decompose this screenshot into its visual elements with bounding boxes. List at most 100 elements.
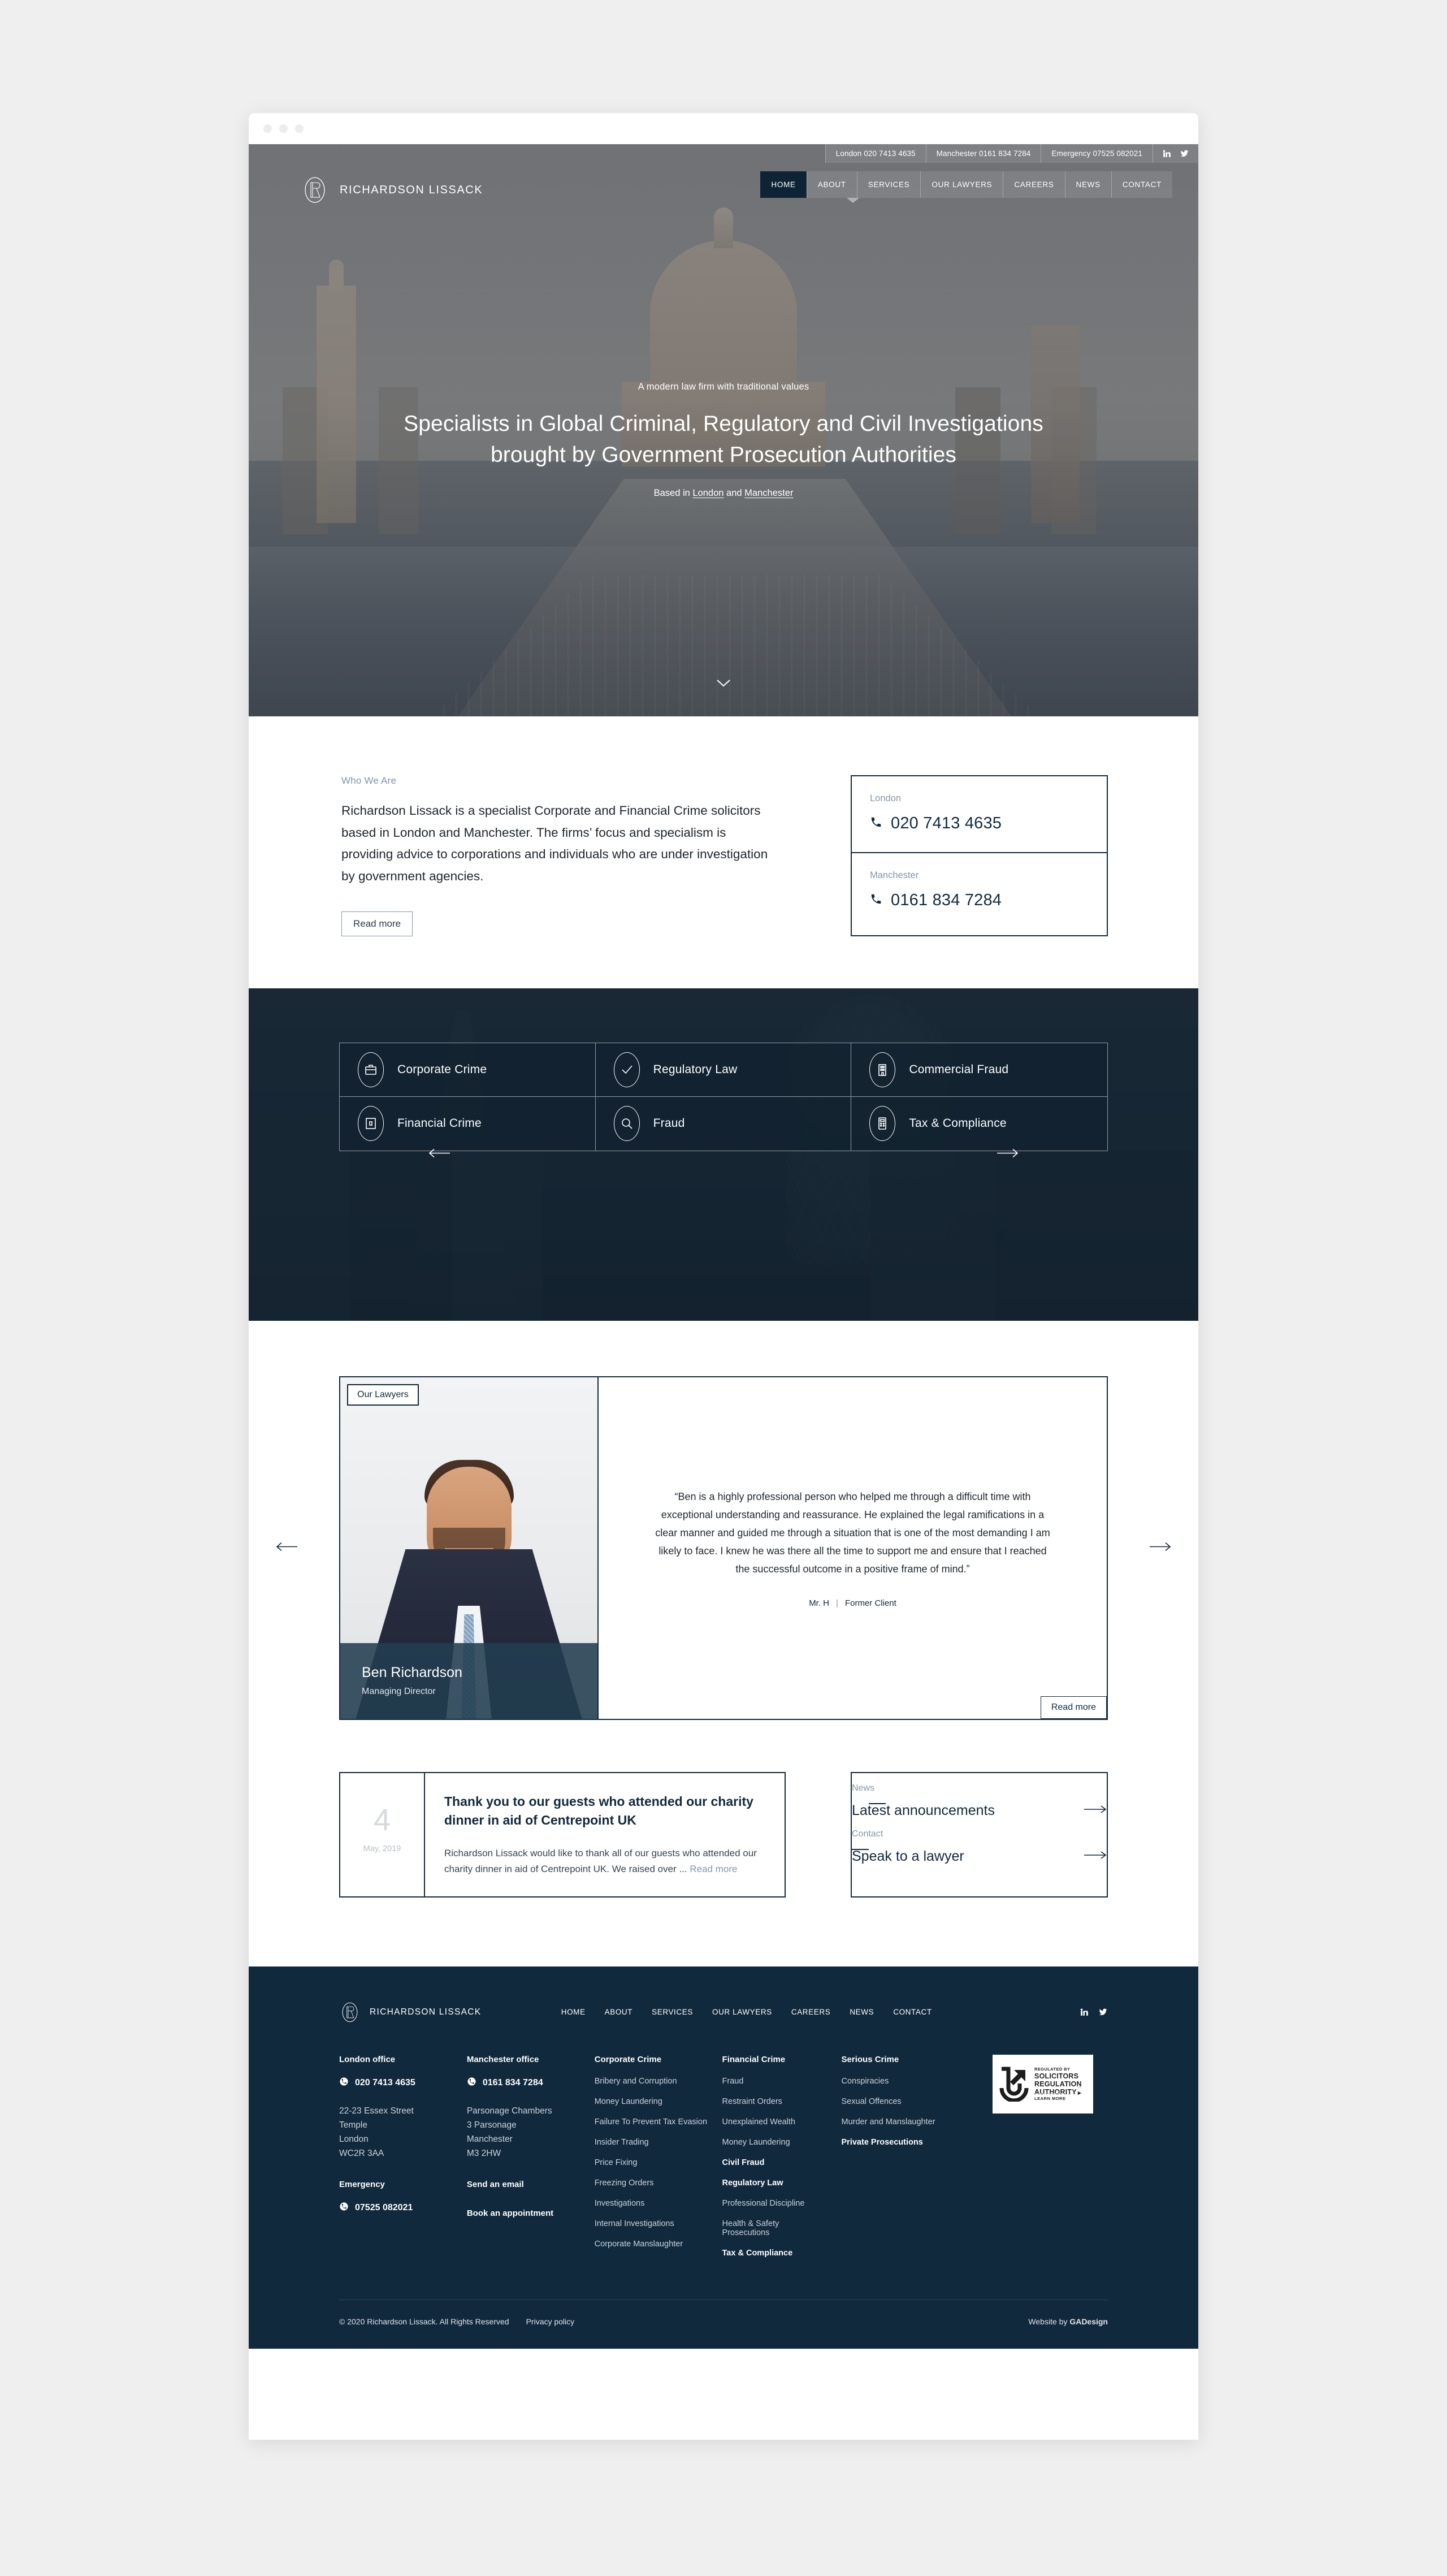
footer-link-corporate-manslaughter[interactable]: Corporate Manslaughter bbox=[595, 2240, 708, 2249]
footer-send-email-link[interactable]: Send an email bbox=[467, 2180, 580, 2189]
news-section: 4 May, 2019 Thank you to our guests who … bbox=[249, 1719, 1198, 1966]
footer-link-unexplained-wealth[interactable]: Unexplained Wealth bbox=[722, 2117, 827, 2127]
nav-item-home[interactable]: HOME bbox=[760, 171, 807, 198]
footer-link-sexual-offences[interactable]: Sexual Offences bbox=[842, 2097, 946, 2106]
footer-link-money-laundering[interactable]: Money Laundering bbox=[595, 2097, 708, 2106]
service-tile-tax-compliance[interactable]: Tax & Compliance bbox=[851, 1097, 1107, 1151]
footer-link-insider-trading[interactable]: Insider Trading bbox=[595, 2138, 708, 2147]
footer-link-tax-evasion[interactable]: Failure To Prevent Tax Evasion bbox=[595, 2117, 708, 2127]
service-tile-financial-crime[interactable]: Financial Crime bbox=[340, 1096, 596, 1151]
footer-london-phone[interactable]: 020 7413 4635 bbox=[339, 2077, 452, 2089]
footer-credit: Website by GADesign bbox=[1028, 2317, 1108, 2326]
testimonial-read-more-button[interactable]: Read more bbox=[1040, 1696, 1107, 1719]
footer-link-freezing-orders[interactable]: Freezing Orders bbox=[595, 2179, 708, 2188]
hero-title: Specialists in Global Criminal, Regulato… bbox=[249, 408, 1198, 471]
service-tile-regulatory-law[interactable]: Regulatory Law bbox=[595, 1043, 852, 1097]
footer-link-bribery[interactable]: Bribery and Corruption bbox=[595, 2077, 708, 2086]
footer-financial-crime-head[interactable]: Financial Crime bbox=[722, 2055, 827, 2064]
arrow-right-icon bbox=[1084, 1805, 1107, 1817]
service-tile-fraud[interactable]: Fraud bbox=[596, 1096, 852, 1151]
footer-nav-our-lawyers[interactable]: OUR LAWYERS bbox=[712, 2008, 772, 2016]
footer-link-restraint-orders[interactable]: Restraint Orders bbox=[722, 2097, 827, 2106]
sra-badge[interactable]: REGULATED BY SOLICITORS REGULATION AUTHO… bbox=[993, 2054, 1094, 2113]
twitter-icon[interactable] bbox=[1180, 149, 1189, 158]
cta-contact-title: Speak to a lawyer bbox=[852, 1848, 964, 1864]
footer-nav-contact[interactable]: CONTACT bbox=[893, 2008, 932, 2016]
footer-link-regulatory-law[interactable]: Regulatory Law bbox=[722, 2179, 827, 2188]
cta-contact-label: Contact bbox=[852, 1829, 883, 1839]
intro-read-more-button[interactable]: Read more bbox=[341, 911, 413, 936]
footer-link-health-safety[interactable]: Health & Safety Prosecutions bbox=[722, 2219, 827, 2237]
footer-link-conspiracies[interactable]: Conspiracies bbox=[842, 2077, 946, 2086]
footer-link-money-laundering-2[interactable]: Money Laundering bbox=[722, 2138, 827, 2147]
hero-link-manchester[interactable]: Manchester bbox=[744, 488, 793, 498]
footer-nav-services[interactable]: SERVICES bbox=[652, 2008, 693, 2016]
topbar-manchester-phone[interactable]: Manchester 0161 834 7284 bbox=[925, 144, 1041, 163]
news-card-title[interactable]: Thank you to our guests who attended our… bbox=[444, 1792, 763, 1830]
lawyers-prev-arrow[interactable] bbox=[276, 1541, 298, 1555]
twitter-icon[interactable] bbox=[1098, 2007, 1108, 2017]
footer-link-investigations[interactable]: Investigations bbox=[595, 2199, 708, 2208]
contact-card-manchester-label: Manchester bbox=[870, 870, 919, 880]
news-card-day: 4 bbox=[373, 1803, 391, 1837]
window-minimize-dot[interactable] bbox=[279, 124, 288, 133]
news-card-read-more-link[interactable]: Read more bbox=[690, 1864, 737, 1874]
lawyers-next-arrow[interactable] bbox=[1149, 1541, 1171, 1555]
service-tile-label: Fraud bbox=[653, 1117, 685, 1130]
linkedin-icon[interactable] bbox=[1162, 149, 1172, 158]
footer-social-links bbox=[1080, 2007, 1108, 2017]
sra-line-1: REGULATED BY bbox=[1034, 2066, 1071, 2072]
linkedin-icon[interactable] bbox=[1080, 2007, 1089, 2017]
topbar-london-phone[interactable]: London 020 7413 4635 bbox=[825, 144, 926, 163]
nav-item-about[interactable]: ABOUT bbox=[806, 171, 857, 198]
nav-item-services[interactable]: SERVICES bbox=[856, 171, 921, 198]
nav-item-news[interactable]: NEWS bbox=[1064, 171, 1111, 198]
footer-emergency-phone[interactable]: 07525 082021 bbox=[339, 2202, 452, 2214]
footer-link-professional-discipline[interactable]: Professional Discipline bbox=[722, 2199, 827, 2208]
footer-nav-news[interactable]: NEWS bbox=[850, 2008, 874, 2016]
footer-credit-name[interactable]: GADesign bbox=[1069, 2317, 1108, 2326]
contact-card-london[interactable]: London 020 7413 4635 bbox=[852, 776, 1107, 852]
footer-link-price-fixing[interactable]: Price Fixing bbox=[595, 2158, 708, 2167]
hero-subtitle: Based in London and Manchester bbox=[249, 488, 1198, 499]
footer-financial-crime-column: Financial Crime Fraud Restraint Orders U… bbox=[722, 2055, 842, 2269]
news-card-date: 4 May, 2019 bbox=[340, 1773, 425, 1896]
intro-eyebrow: Who We Are bbox=[341, 775, 397, 786]
footer-privacy-policy-link[interactable]: Privacy policy bbox=[526, 2317, 575, 2326]
hero-link-london[interactable]: London bbox=[692, 488, 724, 498]
contact-card-london-number-row: 020 7413 4635 bbox=[870, 814, 1089, 833]
chevron-down-icon[interactable] bbox=[716, 678, 731, 690]
footer-book-appointment-link[interactable]: Book an appointment bbox=[467, 2208, 580, 2218]
footer-link-private-prosecutions[interactable]: Private Prosecutions bbox=[842, 2138, 946, 2147]
footer-serious-crime-head[interactable]: Serious Crime bbox=[842, 2055, 946, 2064]
footer-link-fraud[interactable]: Fraud bbox=[722, 2077, 827, 2086]
footer-link-tax-compliance[interactable]: Tax & Compliance bbox=[722, 2249, 827, 2258]
news-card[interactable]: 4 May, 2019 Thank you to our guests who … bbox=[339, 1771, 786, 1898]
contact-card-manchester-number-row: 0161 834 7284 bbox=[870, 891, 1089, 910]
site-logo[interactable]: RICHARDSON LISSACK bbox=[301, 176, 483, 204]
footer-link-civil-fraud[interactable]: Civil Fraud bbox=[722, 2158, 827, 2167]
services-next-arrow[interactable] bbox=[996, 1147, 1019, 1161]
footer-link-internal-investigations[interactable]: Internal Investigations bbox=[595, 2219, 708, 2228]
window-close-dot[interactable] bbox=[263, 124, 272, 133]
footer-london-head: London office bbox=[339, 2054, 396, 2064]
nav-item-contact[interactable]: CONTACT bbox=[1111, 171, 1172, 198]
footer-nav-home[interactable]: HOME bbox=[561, 2008, 586, 2016]
nav-item-careers[interactable]: CAREERS bbox=[1003, 171, 1065, 198]
topbar-emergency-phone[interactable]: Emergency 07525 082021 bbox=[1041, 144, 1153, 163]
window-maximize-dot[interactable] bbox=[295, 124, 304, 133]
our-lawyers-tab[interactable]: Our Lawyers bbox=[347, 1384, 419, 1406]
footer-nav-careers[interactable]: CAREERS bbox=[791, 2008, 830, 2016]
contact-card-manchester[interactable]: Manchester 0161 834 7284 bbox=[852, 852, 1107, 929]
services-prev-arrow[interactable] bbox=[428, 1147, 451, 1161]
footer-nav-about[interactable]: ABOUT bbox=[605, 2008, 633, 2016]
footer-manchester-phone[interactable]: 0161 834 7284 bbox=[467, 2077, 580, 2089]
footer-corporate-crime-head[interactable]: Corporate Crime bbox=[595, 2055, 708, 2064]
nav-item-our-lawyers[interactable]: OUR LAWYERS bbox=[920, 171, 1003, 198]
footer-link-murder-manslaughter[interactable]: Murder and Manslaughter bbox=[842, 2117, 946, 2127]
contact-card-london-number: 020 7413 4635 bbox=[891, 814, 1002, 832]
service-tile-commercial-fraud[interactable]: Commercial Fraud bbox=[851, 1043, 1107, 1097]
footer-logo[interactable]: RICHARDSON LISSACK bbox=[339, 2002, 481, 2023]
service-tile-corporate-crime[interactable]: Corporate Crime bbox=[340, 1043, 596, 1097]
intro-body: Richardson Lissack is a specialist Corpo… bbox=[341, 803, 768, 884]
